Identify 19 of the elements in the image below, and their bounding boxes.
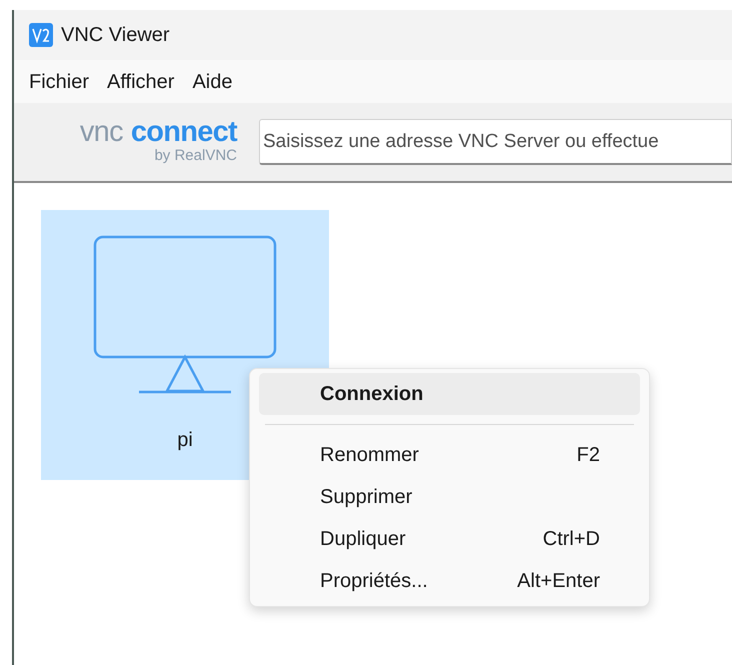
menu-item[interactable]: Fichier xyxy=(29,66,90,96)
logo-word: connect xyxy=(130,118,237,148)
logo-word: vnc xyxy=(80,118,123,148)
menu-item[interactable]: Afficher xyxy=(107,66,174,96)
menu-item-label: Propriétés... xyxy=(320,569,428,594)
menu-item[interactable]: Aide xyxy=(192,66,232,96)
connection-name: pi xyxy=(177,428,193,453)
shortcut-label: Alt+Enter xyxy=(517,569,600,594)
logo-tagline: by RealVNC xyxy=(154,147,237,166)
menu-item-label: Dupliquer xyxy=(320,527,406,552)
shortcut-label: F2 xyxy=(576,443,600,468)
window-title: VNC Viewer xyxy=(61,23,170,48)
address-field[interactable]: Saisissez une adresse VNC Server ou effectue xyxy=(259,119,732,165)
shortcut-label: Ctrl+D xyxy=(542,527,600,552)
context-menu-item[interactable]: Dupliquer Ctrl+D xyxy=(259,518,640,560)
app-icon xyxy=(29,23,53,47)
context-menu-item[interactable]: Connexion xyxy=(259,373,640,415)
menu-item-label: Supprimer xyxy=(320,485,412,510)
context-menu-item[interactable]: Propriétés... Alt+Enter xyxy=(259,560,640,602)
